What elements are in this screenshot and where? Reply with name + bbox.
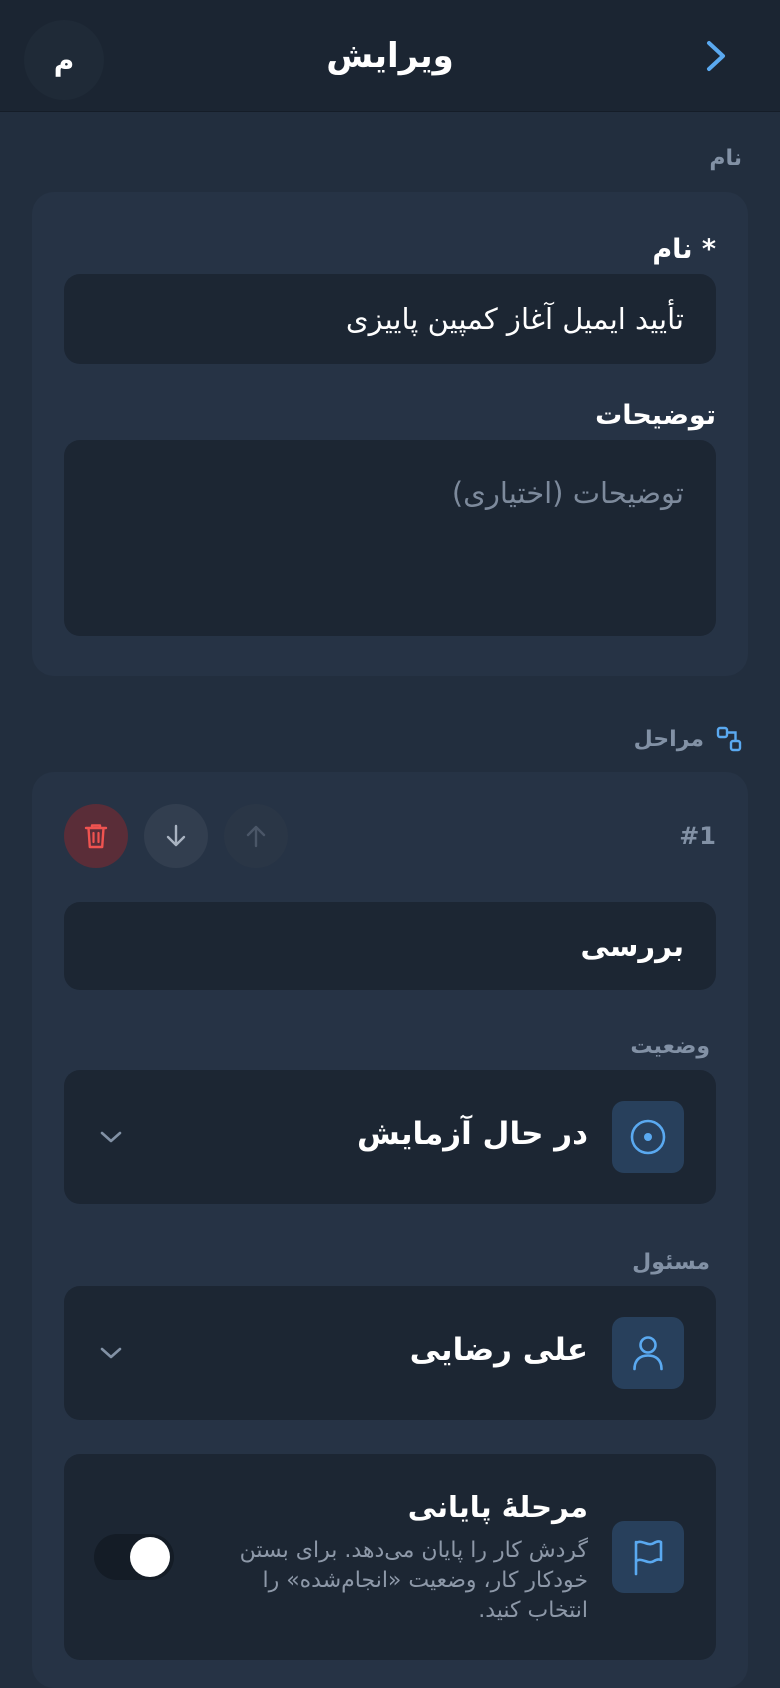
- name-input-value: تأیید ایمیل آغاز کمپین پاییزی: [345, 302, 684, 336]
- chevron-down-icon: [96, 1338, 126, 1368]
- move-up-button[interactable]: [224, 804, 288, 868]
- step-name-input[interactable]: بررسی: [64, 902, 716, 990]
- flow-icon: [716, 726, 742, 752]
- user-icon: [633, 1336, 663, 1371]
- delete-step-button[interactable]: [64, 804, 128, 868]
- edit-screen: م ویرایش نام نام * تأیید ایمیل آغاز کمپی…: [0, 0, 780, 1688]
- steps-section-header: مراحل: [634, 726, 742, 752]
- chevron-right-icon: [707, 41, 725, 71]
- assignee-value: علی رضایی: [409, 1332, 588, 1368]
- final-icon-box: [612, 1521, 684, 1593]
- arrow-down-icon: [166, 824, 186, 847]
- back-button[interactable]: [696, 36, 736, 76]
- final-step-description: گردش کار را پایان می‌دهد. برای بستن خودک…: [239, 1538, 588, 1623]
- description-textarea[interactable]: توضیحات (اختیاری): [64, 440, 716, 636]
- name-card: نام * تأیید ایمیل آغاز کمپین پاییزی توضی…: [32, 192, 748, 676]
- assignee-icon-box: [612, 1317, 684, 1389]
- assignee-select[interactable]: علی رضایی: [64, 1286, 716, 1420]
- target-icon: [630, 1119, 666, 1155]
- status-icon-box: [612, 1101, 684, 1173]
- status-value: در حال آزمایش: [357, 1116, 588, 1152]
- name-section-label: نام: [709, 146, 742, 171]
- final-step-row: مرحلهٔ پایانی گردش کار را پایان می‌دهد. …: [64, 1454, 716, 1660]
- step-card: #1 بررسی وضعیت در حال آزمایش مسئول علی ر…: [32, 772, 748, 1688]
- final-step-title: مرحلهٔ پایانی: [407, 1490, 588, 1524]
- status-select[interactable]: در حال آزمایش: [64, 1070, 716, 1204]
- final-step-toggle[interactable]: [94, 1534, 174, 1580]
- step-name-value: بررسی: [580, 929, 684, 963]
- name-field-label: نام *: [652, 234, 716, 265]
- description-placeholder: توضیحات (اختیاری): [451, 476, 684, 510]
- name-input[interactable]: تأیید ایمیل آغاز کمپین پاییزی: [64, 274, 716, 364]
- page-title: ویرایش: [326, 36, 454, 76]
- flag-icon: [634, 1540, 663, 1576]
- step-number: #1: [679, 822, 716, 850]
- status-label: وضعیت: [630, 1034, 710, 1059]
- steps-section-label: مراحل: [633, 726, 704, 752]
- top-bar: م ویرایش: [0, 0, 780, 112]
- move-down-button[interactable]: [144, 804, 208, 868]
- description-field-label: توضیحات: [595, 400, 716, 431]
- arrow-up-icon: [246, 825, 266, 848]
- chevron-down-icon: [96, 1122, 126, 1152]
- trash-icon: [84, 824, 108, 849]
- toggle-knob: [130, 1537, 170, 1577]
- assignee-label: مسئول: [632, 1250, 710, 1275]
